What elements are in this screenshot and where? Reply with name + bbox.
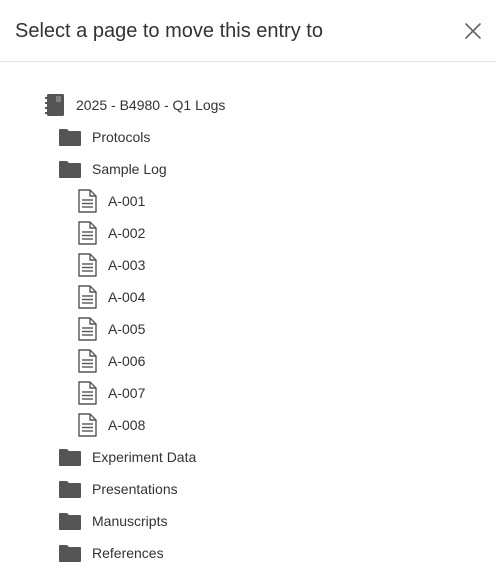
dialog-header: Select a page to move this entry to [0,0,496,62]
tree-item-label: A-001 [108,193,146,209]
folder-icon [58,124,82,150]
tree-item-page[interactable]: A-005 [0,313,496,345]
tree-item-label: A-006 [108,353,146,369]
folder-icon [58,444,82,470]
document-icon [75,252,99,278]
tree-item-label: 2025 - B4980 - Q1 Logs [76,97,226,113]
tree-item-label: Sample Log [92,161,167,177]
document-icon [75,220,99,246]
tree-item-page[interactable]: A-008 [0,409,496,441]
tree-item-label: Presentations [92,481,178,497]
dialog-title: Select a page to move this entry to [15,20,323,42]
close-icon [465,23,481,39]
document-icon [75,380,99,406]
notebook-icon [43,92,67,118]
tree-item-label: A-007 [108,385,146,401]
document-icon [75,348,99,374]
tree-item-folder[interactable]: Sample Log [0,153,496,185]
document-icon [75,188,99,214]
document-icon [75,284,99,310]
tree-item-folder[interactable]: References [0,537,496,569]
tree-item-page[interactable]: A-003 [0,249,496,281]
folder-icon [58,476,82,502]
tree-item-label: A-002 [108,225,146,241]
tree-item-folder[interactable]: Presentations [0,473,496,505]
document-icon [75,412,99,438]
move-entry-dialog: Select a page to move this entry to 2025… [0,0,496,583]
tree-item-folder[interactable]: Experiment Data [0,441,496,473]
tree-item-page[interactable]: A-002 [0,217,496,249]
close-button[interactable] [460,18,486,44]
tree-item-label: A-005 [108,321,146,337]
page-tree: 2025 - B4980 - Q1 Logs Protocols Sample … [0,89,496,569]
document-icon [75,316,99,342]
folder-icon [58,508,82,534]
tree-item-folder[interactable]: Manuscripts [0,505,496,537]
folder-icon [58,156,82,182]
folder-icon [58,540,82,566]
tree-item-page[interactable]: A-004 [0,281,496,313]
tree-item-label: A-008 [108,417,146,433]
tree-item-folder[interactable]: Protocols [0,121,496,153]
tree-item-page[interactable]: A-006 [0,345,496,377]
tree-item-page[interactable]: A-007 [0,377,496,409]
tree-item-page[interactable]: A-001 [0,185,496,217]
tree-item-label: Experiment Data [92,449,197,465]
tree-item-notebook[interactable]: 2025 - B4980 - Q1 Logs [0,89,496,121]
tree-item-label: Manuscripts [92,513,168,529]
tree-item-label: A-004 [108,289,146,305]
tree-item-label: Protocols [92,129,151,145]
tree-item-label: A-003 [108,257,146,273]
tree-item-label: References [92,545,164,561]
